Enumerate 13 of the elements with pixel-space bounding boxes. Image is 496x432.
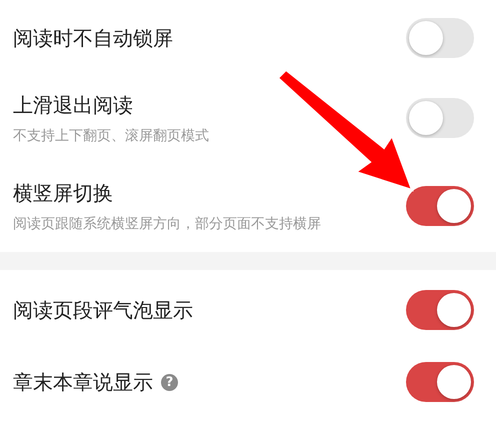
toggle-switch[interactable] bbox=[406, 186, 474, 226]
toggle-switch[interactable] bbox=[406, 290, 474, 330]
setting-description: 阅读页跟随系统横竖屏方向，部分页面不支持横屏 bbox=[13, 214, 321, 232]
toggle-switch[interactable] bbox=[406, 362, 474, 402]
setting-title: 章末本章说显示 bbox=[13, 368, 153, 396]
help-icon[interactable]: ? bbox=[161, 374, 178, 390]
toggle-switch[interactable] bbox=[406, 18, 474, 58]
setting-title: 上滑退出阅读 bbox=[13, 92, 133, 118]
setting-title: 横竖屏切换 bbox=[13, 180, 113, 206]
setting-title: 阅读页段评气泡显示 bbox=[13, 296, 193, 324]
toggle-switch[interactable] bbox=[406, 98, 474, 138]
setting-title: 阅读时不自动锁屏 bbox=[13, 24, 173, 52]
setting-description: 不支持上下翻页、滚屏翻页模式 bbox=[13, 126, 209, 144]
